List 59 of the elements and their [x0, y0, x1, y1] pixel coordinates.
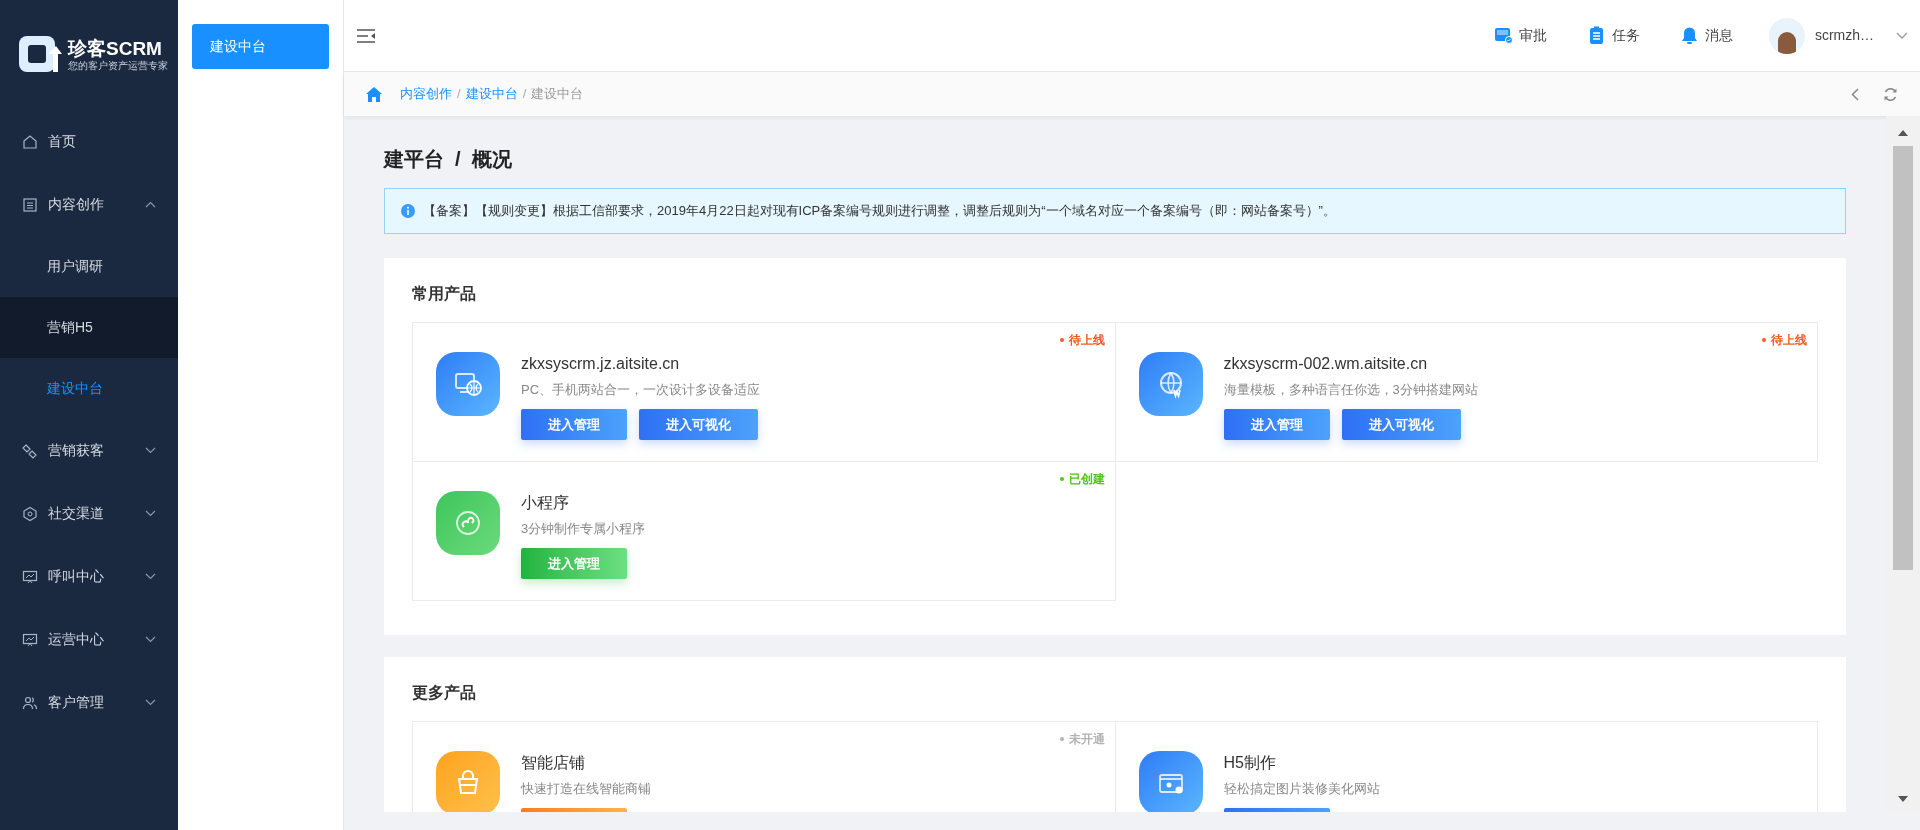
menu-collapse-icon[interactable]: [356, 27, 376, 44]
back-icon[interactable]: [1851, 87, 1859, 101]
document-icon: [22, 196, 38, 213]
status-label: 未开通: [1059, 730, 1105, 748]
header-action[interactable]: 审批: [1493, 25, 1547, 46]
sidebar-item[interactable]: 社交渠道: [0, 482, 178, 545]
scrollbar[interactable]: [1886, 116, 1920, 812]
home-icon[interactable]: [366, 86, 382, 102]
refresh-icon[interactable]: [1883, 86, 1898, 102]
sidebar-item[interactable]: 首页: [0, 110, 178, 173]
sidebar-item[interactable]: 内容创作: [0, 173, 178, 236]
header-action[interactable]: 消息: [1679, 25, 1733, 46]
section-title: 更多产品: [412, 683, 477, 703]
scroll-up-icon[interactable]: [1898, 130, 1908, 136]
hexagon-icon: [22, 505, 38, 522]
section-title: 常用产品: [412, 284, 477, 304]
product-title: 智能店铺: [521, 753, 586, 773]
status-label: 待上线: [1762, 331, 1807, 349]
monitor-globe-icon: [436, 352, 500, 416]
header-action[interactable]: 任务: [1586, 25, 1640, 46]
home-icon: [22, 133, 38, 150]
breadcrumb-separator: /: [457, 85, 461, 104]
inbox-check-icon: [1493, 26, 1513, 45]
product-description: PC、手机两站合一，一次设计多设备适应: [521, 381, 761, 399]
product-description: 3分钟制作专属小程序: [521, 520, 646, 538]
product-description: 海量模板，多种语言任你选，3分钟搭建网站: [1223, 381, 1478, 399]
chevron-down-icon[interactable]: [1896, 31, 1908, 40]
product-description: 轻松搞定图片装修美化网站: [1223, 780, 1380, 798]
product-title: zkxsyscrm.jz.aitsite.cn: [521, 354, 681, 374]
product-button[interactable]: 进入管理: [1223, 409, 1330, 440]
bell-icon: [1679, 26, 1699, 45]
product-title: 小程序: [521, 493, 570, 513]
sidebar-item[interactable]: 营销获客: [0, 419, 178, 482]
sidebar-item[interactable]: 运营中心: [0, 608, 178, 671]
page-title: 建平台 / 概况: [384, 147, 513, 172]
notice-text: 【备案】【规则变更】根据工信部要求，2019年4月22日起对现有ICP备案编号规则进行调整，调整后规则为“一个域名对应一个备案编号（即：网站备案号）”。: [423, 202, 1336, 221]
info-icon: [401, 204, 415, 218]
sidebar-subitem[interactable]: 建设中台: [0, 358, 178, 419]
presentation-icon: [22, 568, 38, 585]
user-name[interactable]: scrmzh…: [1814, 25, 1874, 46]
globe-icon: [1138, 352, 1203, 416]
users-icon: [22, 694, 38, 711]
status-label: 已创建: [1059, 470, 1105, 488]
status-label: 待上线: [1059, 331, 1105, 349]
product-button[interactable]: 进入管理: [521, 409, 627, 440]
scroll-down-icon[interactable]: [1898, 796, 1908, 802]
product-title: H5制作: [1223, 753, 1277, 773]
breadcrumb-separator: /: [522, 85, 527, 104]
product-description: 快速打造在线智能商铺: [521, 780, 651, 798]
logo-text: 珍客SCRM: [68, 38, 163, 60]
breadcrumb-current: 建设中台: [531, 85, 584, 104]
avatar[interactable]: [1768, 17, 1805, 54]
sidebar-subitem[interactable]: 营销H5: [0, 297, 178, 358]
presentation-icon: [22, 631, 38, 648]
sidebar-item[interactable]: 客户管理: [0, 671, 178, 734]
sidebar-item[interactable]: 呼叫中心: [0, 545, 178, 608]
sidebar-subitem[interactable]: 用户调研: [0, 236, 178, 297]
logo-tagline: 您的客户资产运营专家: [68, 60, 168, 72]
product-title: zkxsyscrm-002.wm.aitsite.cn: [1223, 354, 1429, 374]
